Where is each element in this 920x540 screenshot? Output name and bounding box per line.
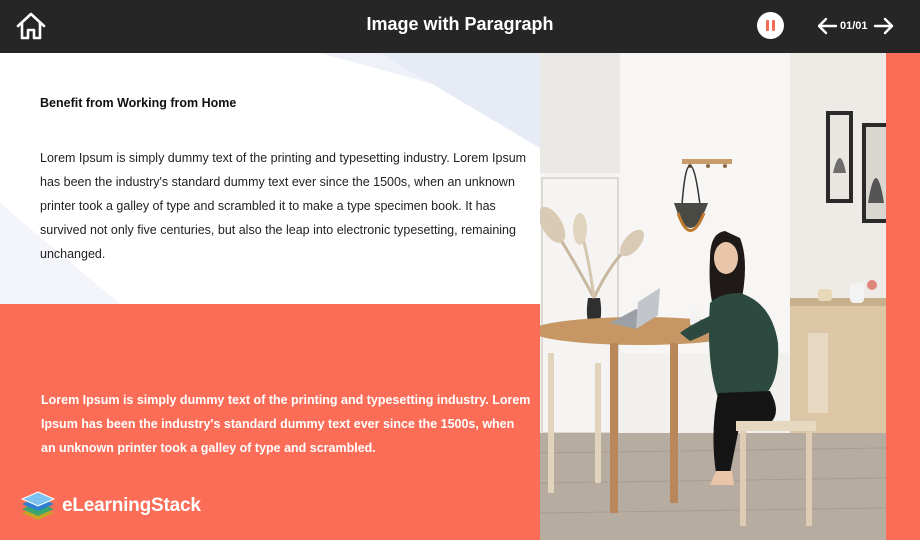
arrow-left-icon — [817, 17, 838, 35]
slide-counter: 01/01 — [840, 20, 868, 32]
stack-logo-icon — [20, 491, 56, 520]
brand-name: eLearningStack — [62, 495, 201, 516]
content-heading: Benefit from Working from Home — [40, 96, 237, 110]
top-bar: Image with Paragraph 01/01 — [0, 0, 920, 53]
paragraph-primary: Lorem Ipsum is simply dummy text of the … — [40, 151, 527, 261]
home-button[interactable] — [14, 9, 48, 43]
arrow-right-icon — [873, 17, 894, 35]
work-from-home-photo — [540, 53, 886, 540]
next-button[interactable] — [873, 16, 895, 36]
home-icon — [16, 12, 46, 40]
paragraph-secondary: Lorem Ipsum is simply dummy text of the … — [41, 393, 531, 455]
brand-logo: eLearningStack — [18, 490, 203, 526]
accent-strip — [886, 53, 920, 540]
pause-button[interactable] — [757, 12, 784, 39]
photo-illustration — [540, 53, 886, 540]
previous-button[interactable] — [816, 16, 838, 36]
